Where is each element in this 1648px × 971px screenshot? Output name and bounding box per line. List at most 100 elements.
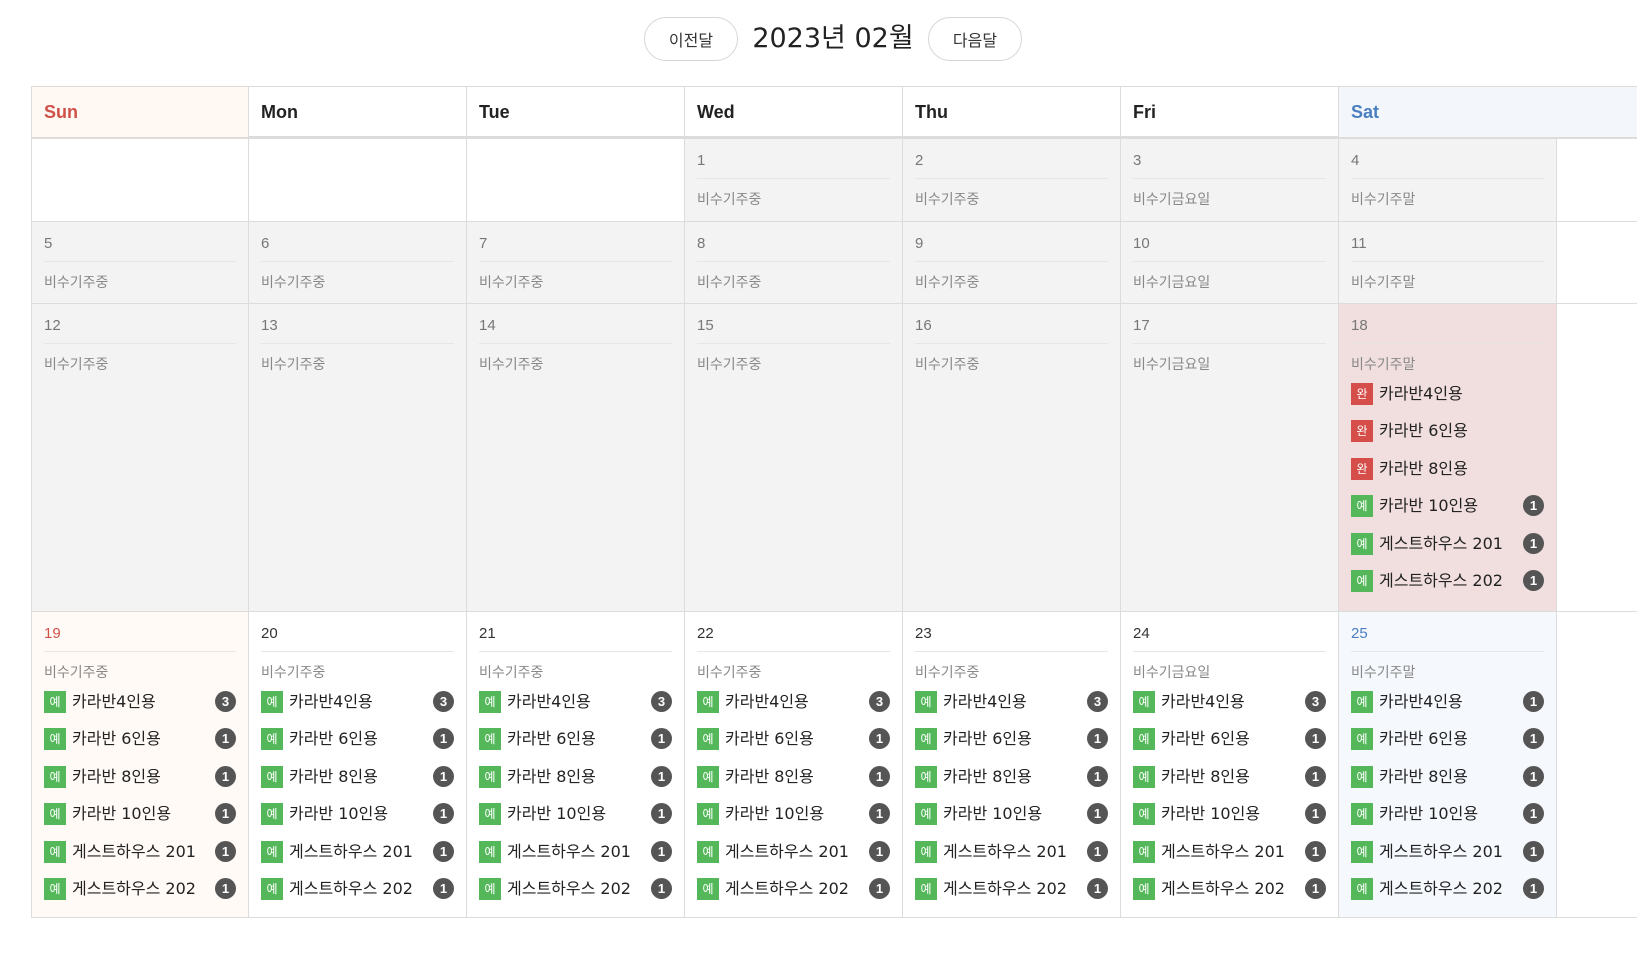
- day-cell-19[interactable]: 19 비수기주중 예 카라반4인용 3 예 카라반 6인용 1 예 카라반 8인용 1 예 카라반 10…: [32, 612, 249, 917]
- room-item[interactable]: 예 게스트하우스 201 1: [1351, 840, 1544, 878]
- reserve-badge[interactable]: 예: [697, 728, 719, 751]
- room-item[interactable]: 예 카라반4인용 3: [261, 691, 454, 728]
- day-cell-4[interactable]: 4 비수기주말: [1339, 139, 1557, 221]
- room-item[interactable]: 예 카라반 8인용 1: [44, 765, 236, 803]
- room-item[interactable]: 예 게스트하우스 202 1: [261, 877, 454, 915]
- reserve-badge[interactable]: 예: [915, 765, 937, 788]
- room-item[interactable]: 예 카라반 6인용 1: [1351, 728, 1544, 765]
- day-cell-2[interactable]: 2 비수기주중: [903, 139, 1121, 221]
- reserve-badge[interactable]: 예: [1351, 840, 1373, 863]
- room-item[interactable]: 예 게스트하우스 202 1: [1351, 569, 1544, 607]
- room-item[interactable]: 예 게스트하우스 201 1: [479, 840, 672, 878]
- prev-month-button[interactable]: 이전달: [644, 17, 738, 61]
- day-cell-12[interactable]: 12 비수기주중: [32, 304, 249, 611]
- reserve-badge[interactable]: 예: [697, 840, 719, 863]
- next-month-button[interactable]: 다음달: [928, 17, 1022, 61]
- day-cell-8[interactable]: 8 비수기주중: [685, 222, 903, 303]
- day-cell-18[interactable]: 18 비수기주말 완 카라반4인용 완 카라반 6인용 완 카라반 8인용 예 카라반 10인용 1…: [1339, 304, 1557, 611]
- room-item[interactable]: 예 카라반4인용 3: [1133, 691, 1326, 728]
- room-item[interactable]: 예 카라반4인용 3: [697, 691, 890, 728]
- room-item[interactable]: 예 게스트하우스 201 1: [1133, 840, 1326, 878]
- room-item[interactable]: 예 카라반 10인용 1: [44, 803, 236, 840]
- reserve-badge[interactable]: 예: [697, 765, 719, 788]
- room-item[interactable]: 예 카라반 10인용 1: [1351, 803, 1544, 840]
- reserve-badge[interactable]: 예: [1133, 803, 1155, 826]
- day-cell-25[interactable]: 25 비수기주말 예 카라반4인용 1 예 카라반 6인용 1 예 카라반 8인용 1 예 카라반 10…: [1339, 612, 1557, 917]
- reserve-badge[interactable]: 예: [1133, 728, 1155, 751]
- room-item[interactable]: 예 게스트하우스 202 1: [1133, 877, 1326, 915]
- reserve-badge[interactable]: 예: [915, 728, 937, 751]
- day-cell-16[interactable]: 16 비수기주중: [903, 304, 1121, 611]
- reserve-badge[interactable]: 예: [479, 765, 501, 788]
- room-item[interactable]: 예 게스트하우스 201 1: [44, 840, 236, 878]
- day-cell-22[interactable]: 22 비수기주중 예 카라반4인용 3 예 카라반 6인용 1 예 카라반 8인용 1 예 카라반 10…: [685, 612, 903, 917]
- reserve-badge[interactable]: 예: [44, 840, 66, 863]
- reserve-badge[interactable]: 예: [697, 877, 719, 900]
- reserve-badge[interactable]: 예: [1351, 803, 1373, 826]
- room-item[interactable]: 예 게스트하우스 201 1: [1351, 532, 1544, 570]
- reserve-badge[interactable]: 예: [44, 765, 66, 788]
- room-item[interactable]: 예 게스트하우스 201 1: [915, 840, 1108, 878]
- day-cell-7[interactable]: 7 비수기주중: [467, 222, 685, 303]
- reserve-badge[interactable]: 예: [1133, 765, 1155, 788]
- room-item[interactable]: 예 카라반 10인용 1: [697, 803, 890, 840]
- reserve-badge[interactable]: 예: [1133, 840, 1155, 863]
- day-cell-20[interactable]: 20 비수기주중 예 카라반4인용 3 예 카라반 6인용 1 예 카라반 8인용 1 예 카라반 10…: [249, 612, 467, 917]
- room-item[interactable]: 예 카라반 8인용 1: [1351, 765, 1544, 803]
- day-cell-15[interactable]: 15 비수기주중: [685, 304, 903, 611]
- room-item[interactable]: 예 카라반 10인용 1: [261, 803, 454, 840]
- day-cell-11[interactable]: 11 비수기주말: [1339, 222, 1557, 303]
- room-item[interactable]: 예 카라반 8인용 1: [915, 765, 1108, 803]
- room-item[interactable]: 예 게스트하우스 202 1: [697, 877, 890, 915]
- room-item[interactable]: 예 카라반 6인용 1: [261, 728, 454, 765]
- room-item[interactable]: 예 카라반 8인용 1: [479, 765, 672, 803]
- reserve-badge[interactable]: 예: [697, 691, 719, 713]
- room-item[interactable]: 예 카라반 10인용 1: [1133, 803, 1326, 840]
- day-cell-9[interactable]: 9 비수기주중: [903, 222, 1121, 303]
- room-item[interactable]: 예 카라반 8인용 1: [1133, 765, 1326, 803]
- room-item[interactable]: 예 카라반4인용 1: [1351, 691, 1544, 728]
- reserve-badge[interactable]: 예: [261, 803, 283, 826]
- day-cell-10[interactable]: 10 비수기금요일: [1121, 222, 1339, 303]
- reserve-badge[interactable]: 예: [479, 840, 501, 863]
- room-item[interactable]: 예 게스트하우스 201 1: [261, 840, 454, 878]
- room-item[interactable]: 예 카라반 6인용 1: [1133, 728, 1326, 765]
- day-cell-17[interactable]: 17 비수기금요일: [1121, 304, 1339, 611]
- reserve-badge[interactable]: 예: [1133, 691, 1155, 713]
- day-cell-5[interactable]: 5 비수기주중: [32, 222, 249, 303]
- room-item[interactable]: 예 카라반 6인용 1: [697, 728, 890, 765]
- reserve-badge[interactable]: 예: [1351, 691, 1373, 713]
- room-item[interactable]: 예 카라반 6인용 1: [44, 728, 236, 765]
- reserve-badge[interactable]: 예: [261, 691, 283, 713]
- room-item[interactable]: 예 카라반 6인용 1: [479, 728, 672, 765]
- reserve-badge[interactable]: 예: [479, 877, 501, 900]
- room-item[interactable]: 예 게스트하우스 202 1: [1351, 877, 1544, 915]
- reserve-badge[interactable]: 예: [1351, 728, 1373, 751]
- room-item[interactable]: 예 카라반4인용 3: [44, 691, 236, 728]
- day-cell-14[interactable]: 14 비수기주중: [467, 304, 685, 611]
- day-cell-1[interactable]: 1 비수기주중: [685, 139, 903, 221]
- reserve-badge[interactable]: 예: [479, 728, 501, 751]
- reserve-badge[interactable]: 예: [915, 691, 937, 713]
- day-cell-24[interactable]: 24 비수기금요일 예 카라반4인용 3 예 카라반 6인용 1 예 카라반 8인용 1 예 카라반 1…: [1121, 612, 1339, 917]
- reserve-badge[interactable]: 예: [1351, 877, 1373, 900]
- reserve-badge[interactable]: 예: [1133, 877, 1155, 900]
- day-cell-13[interactable]: 13 비수기주중: [249, 304, 467, 611]
- day-cell-6[interactable]: 6 비수기주중: [249, 222, 467, 303]
- room-item[interactable]: 예 게스트하우스 202 1: [479, 877, 672, 915]
- reserve-badge[interactable]: 예: [1351, 765, 1373, 788]
- reserve-badge[interactable]: 예: [697, 803, 719, 826]
- reserve-badge[interactable]: 예: [479, 691, 501, 713]
- reserve-badge[interactable]: 예: [44, 803, 66, 826]
- day-cell-21[interactable]: 21 비수기주중 예 카라반4인용 3 예 카라반 6인용 1 예 카라반 8인용 1 예 카라반 10…: [467, 612, 685, 917]
- room-item[interactable]: 예 카라반4인용 3: [915, 691, 1108, 728]
- room-item[interactable]: 예 카라반 8인용 1: [697, 765, 890, 803]
- room-item[interactable]: 예 카라반4인용 3: [479, 691, 672, 728]
- day-cell-23[interactable]: 23 비수기주중 예 카라반4인용 3 예 카라반 6인용 1 예 카라반 8인용 1 예 카라반 10…: [903, 612, 1121, 917]
- room-item[interactable]: 예 카라반 8인용 1: [261, 765, 454, 803]
- reserve-badge[interactable]: 예: [479, 803, 501, 826]
- room-item[interactable]: 예 게스트하우스 202 1: [44, 877, 236, 915]
- reserve-badge[interactable]: 예: [1351, 532, 1373, 555]
- room-item[interactable]: 예 게스트하우스 201 1: [697, 840, 890, 878]
- reserve-badge[interactable]: 예: [1351, 569, 1373, 592]
